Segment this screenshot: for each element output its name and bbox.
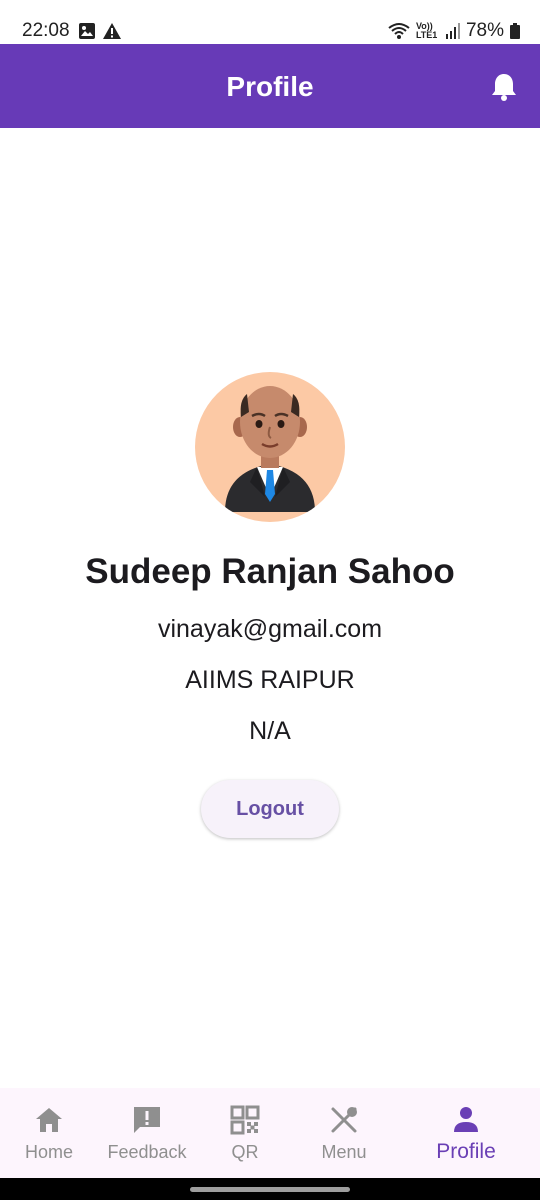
nav-item-home[interactable]: Home (14, 1088, 84, 1178)
status-notification-icons (78, 22, 122, 40)
nav-label-profile: Profile (436, 1140, 496, 1163)
nav-label-home: Home (24, 1142, 73, 1162)
profile-extra-info: N/A (249, 717, 291, 745)
home-icon (36, 1108, 62, 1132)
battery-icon (510, 23, 520, 39)
avatar (195, 372, 345, 522)
status-right-icons: Vo)) LTE1 78% (388, 20, 520, 42)
profile-organization: AIIMS RAIPUR (185, 666, 355, 694)
businessman-avatar-icon (225, 386, 315, 512)
signal-icon (445, 23, 460, 39)
profile-name: Sudeep Ranjan Sahoo (85, 552, 455, 591)
bottom-navigation: Home Feedback QR Menu Profile (0, 1088, 540, 1178)
nav-item-profile[interactable]: Profile (426, 1088, 506, 1178)
nav-item-qr[interactable]: QR (215, 1088, 275, 1178)
qr-code-icon (230, 1105, 260, 1135)
status-bar: 22:08 Vo)) LTE1 78% (0, 0, 540, 44)
logout-button[interactable]: Logout (201, 780, 339, 838)
restaurant-menu-icon (331, 1107, 357, 1133)
gesture-navigation-area (0, 1178, 540, 1200)
app-bar: Profile (0, 44, 540, 128)
profile-content: Sudeep Ranjan Sahoo vinayak@gmail.com AI… (0, 128, 540, 1088)
page-title: Profile (226, 71, 314, 102)
image-notification-icon (79, 23, 95, 39)
status-time: 22:08 (22, 20, 70, 41)
network-type-label: Vo)) LTE1 (415, 21, 438, 40)
nav-label-feedback: Feedback (107, 1142, 187, 1162)
person-icon (454, 1107, 478, 1132)
battery-percent: 78% (465, 20, 504, 41)
notification-bell-icon[interactable] (490, 72, 518, 102)
nav-label-menu: Menu (321, 1142, 367, 1162)
nav-item-feedback[interactable]: Feedback (102, 1088, 192, 1178)
nav-label-qr: QR (231, 1142, 259, 1162)
warning-notification-icon (103, 23, 121, 39)
nav-item-menu[interactable]: Menu (304, 1088, 384, 1178)
wifi-icon (388, 23, 410, 39)
gesture-handle[interactable] (190, 1187, 350, 1192)
feedback-icon (134, 1107, 160, 1133)
profile-email: vinayak@gmail.com (157, 615, 383, 643)
